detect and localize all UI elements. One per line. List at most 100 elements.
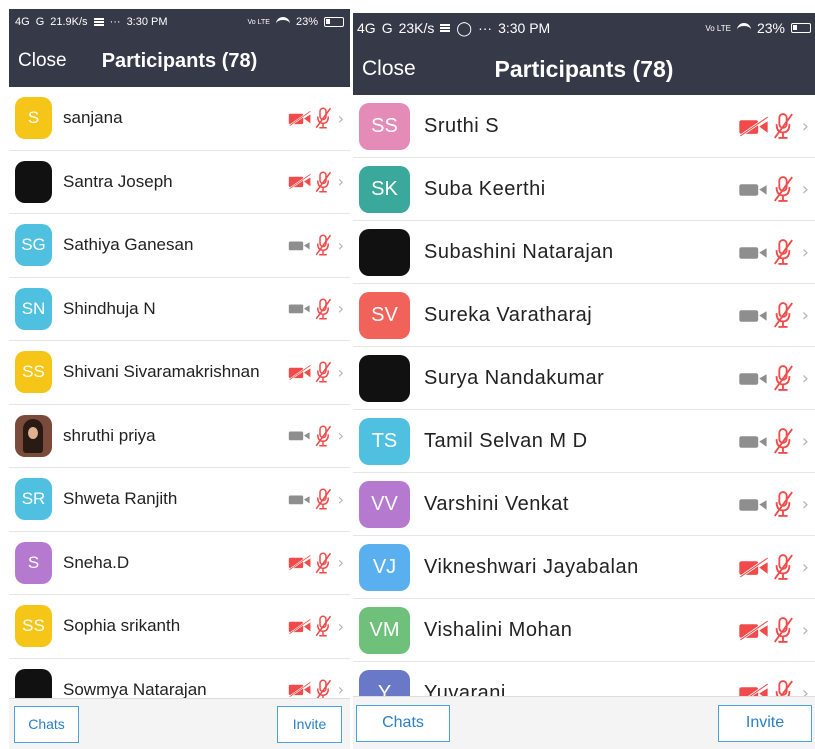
participant-name: Sneha.D [63,552,130,572]
participant-name: shruthi priya [63,425,156,445]
participant-row[interactable]: SR Shweta Ranjith › [9,468,350,532]
status-bar: 4G G 21.9K/s ··· 3:30 PM Vo LTE 23% [9,9,350,35]
chevron-right-icon[interactable]: › [802,179,809,200]
chevron-right-icon[interactable]: › [338,236,344,255]
signal-type: G [381,20,393,36]
video-icon [288,300,312,317]
chevron-right-icon[interactable]: › [802,620,809,641]
chevron-right-icon[interactable]: › [338,680,344,699]
mic-muted-icon [772,427,794,455]
whatsapp-icon: ◯ [456,19,473,36]
participant-row[interactable]: TS Tamil Selvan M D › [353,410,815,473]
participant-row[interactable]: VJ Vikneshwari Jayabalan › [353,536,815,599]
participant-row[interactable]: SK Suba Keerthi › [353,158,815,221]
battery-icon [791,23,811,33]
chevron-right-icon[interactable]: › [338,363,344,382]
video-icon [738,368,770,389]
participant-controls: › [738,616,809,644]
participant-row[interactable]: SS Sruthi S › [353,95,815,158]
avatar [15,160,52,203]
invite-button[interactable]: Invite [718,704,812,742]
close-button[interactable]: Close [18,50,67,72]
participant-row[interactable]: SV Sureka Varatharaj › [353,284,815,347]
mic-muted-icon [314,487,332,511]
mic-muted-icon [772,553,794,581]
participant-row[interactable]: VM Vishalini Mohan › [353,599,815,662]
header: Close Participants (78) [9,35,350,87]
participant-row[interactable]: Y Yuvarani › [353,662,815,699]
participants-screen-right: 4G G 23K/s ◯ ··· 3:30 PM Vo LTE 23% Clos… [353,13,815,749]
chevron-right-icon[interactable]: › [802,242,809,263]
signal-type: G [35,16,45,28]
participant-controls: › [288,551,344,575]
battery-percent: 23% [295,16,318,28]
participant-name: Shweta Ranjith [63,489,178,509]
chevron-right-icon[interactable]: › [338,109,344,128]
chevron-right-icon[interactable]: › [802,305,809,326]
video-icon [738,494,770,515]
participant-row[interactable]: Subashini Natarajan › [353,221,815,284]
participant-list[interactable]: SS Sruthi S › SK Suba Keerthi › Subashini Nata… [353,95,815,699]
video-icon [288,427,312,444]
wifi-icon [275,17,290,27]
chevron-right-icon[interactable]: › [802,116,809,137]
participant-row[interactable]: SN Shindhuja N › [9,278,350,341]
chevron-right-icon[interactable]: › [338,426,344,445]
participant-row[interactable]: Ssanjana › [9,87,350,151]
mic-muted-icon [772,175,794,203]
participant-row[interactable]: Surya Nandakumar › [353,347,815,410]
mic-muted-icon [772,616,794,644]
participant-name: Vikneshwari Jayabalan [424,555,639,578]
invite-button[interactable]: Invite [277,705,342,743]
video-off-icon [288,618,312,635]
mic-muted-icon [772,238,794,266]
participant-list[interactable]: Ssanjana › Santra Joseph › SG Sathiya Ganesan… [9,87,350,699]
participant-controls: › [288,614,344,638]
video-off-icon [288,173,312,190]
video-off-icon [738,115,770,137]
chats-button[interactable]: Chats [356,704,450,742]
avatar: VV [359,480,410,528]
chevron-right-icon[interactable]: › [338,299,344,318]
network-type: 4G [15,16,30,28]
participant-row[interactable]: SS Shivani Sivaramakrishnan › [9,341,350,405]
participant-controls: › [288,360,344,384]
avatar: SN [15,287,52,330]
chevron-right-icon[interactable]: › [802,557,809,578]
network-type: 4G [357,20,376,36]
participant-controls: › [288,233,344,257]
avatar: VM [359,606,410,654]
participant-row[interactable]: VV Varshini Venkat › [353,473,815,536]
avatar: SS [15,351,52,394]
network-speed: 21.9K/s [50,16,88,28]
chevron-right-icon[interactable]: › [802,431,809,452]
more-indicator: ··· [109,16,121,28]
chevron-right-icon[interactable]: › [802,494,809,515]
close-button[interactable]: Close [362,57,416,81]
mic-muted-icon [314,170,332,194]
mic-muted-icon [772,490,794,518]
avatar: S [15,541,52,584]
avatar: S [15,97,52,140]
participant-row[interactable]: S Sneha.D › [9,532,350,595]
participant-name: Suba Keerthi [424,177,546,200]
participant-controls: › [738,427,809,455]
participant-name: Santra Joseph [63,171,173,191]
participant-row[interactable]: SG Sathiya Ganesan › [9,214,350,278]
chevron-right-icon[interactable]: › [338,553,344,572]
chevron-right-icon[interactable]: › [338,172,344,191]
lte-indicator: Vo LTE [247,18,270,26]
participant-row[interactable]: SS Sophia srikanth › [9,595,350,659]
page-title: Participants (78) [101,49,258,72]
chats-button[interactable]: Chats [14,705,79,743]
chevron-right-icon[interactable]: › [802,368,809,389]
mic-muted-icon [772,301,794,329]
participant-controls: › [738,112,809,140]
chevron-right-icon[interactable]: › [338,490,344,509]
participant-row[interactable]: shruthi priya › [9,405,350,468]
participant-row[interactable]: Santra Joseph › [9,151,350,214]
video-off-icon [288,110,312,127]
participant-controls: › [738,553,809,581]
participant-row[interactable]: Sowmya Natarajan › [9,659,350,699]
chevron-right-icon[interactable]: › [338,617,344,636]
